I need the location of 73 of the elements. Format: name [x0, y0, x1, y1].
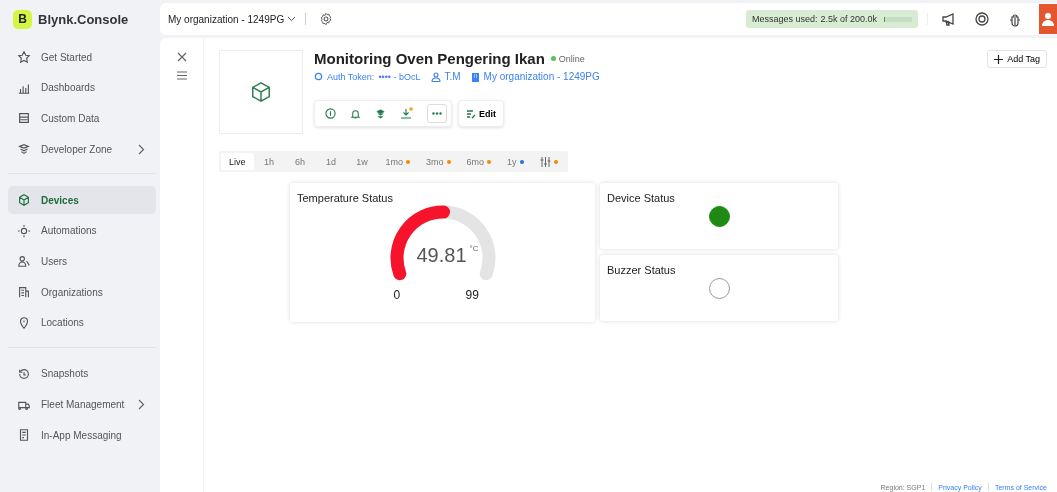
plus-icon	[994, 54, 1004, 64]
widget-title: Buzzer Status	[607, 264, 677, 276]
sidebar-item[interactable]: Snapshots	[8, 359, 156, 388]
sidebar-item[interactable]: Locations	[8, 308, 156, 337]
sidebar-item[interactable]: Developer Zone	[8, 135, 156, 164]
time-range-tab[interactable]: Live	[221, 153, 254, 170]
menu-icon	[17, 111, 31, 126]
info-icon[interactable]	[325, 108, 336, 119]
menu-icon	[17, 142, 31, 157]
bell-icon[interactable]	[350, 108, 361, 119]
menu-icon	[17, 428, 31, 443]
gauge-value: 49.81	[416, 244, 467, 267]
bug-icon[interactable]	[1007, 11, 1023, 27]
edit-icon	[466, 108, 476, 119]
user-icon	[430, 71, 441, 82]
sidebar-item[interactable]: Devices	[8, 186, 156, 215]
brand-name: Blynk.Console	[38, 11, 129, 27]
auth-token-link[interactable]: •••• - bOcL	[378, 71, 421, 82]
sidebar-item[interactable]: Users	[8, 247, 156, 276]
close-icon[interactable]	[176, 52, 187, 62]
more-icon	[432, 112, 442, 115]
time-range-tab[interactable]: 1y	[499, 153, 532, 170]
owner-link[interactable]: T.M	[444, 71, 461, 82]
organization-selector[interactable]: My organization - 1249PG	[168, 13, 297, 25]
menu-icon	[17, 254, 31, 269]
menu-icon	[17, 193, 31, 208]
edit-button[interactable]: Edit	[458, 100, 504, 127]
sidebar-item[interactable]: Organizations	[8, 278, 156, 307]
building-icon	[470, 71, 480, 82]
messages-label: Messages used:	[751, 14, 818, 24]
time-range-tab[interactable]: 6h	[284, 153, 316, 170]
auth-token-label: Auth Token:	[327, 71, 375, 82]
sidebar-item[interactable]: Automations	[8, 216, 156, 245]
time-range-tab[interactable]: 1w	[346, 153, 378, 170]
tools-icon[interactable]	[375, 108, 386, 119]
menu-icon	[17, 50, 31, 64]
menu-icon[interactable]	[176, 71, 187, 80]
sidebar-item[interactable]: Get Started	[8, 43, 156, 71]
device-title: Monitoring Oven Pengering Ikan	[314, 50, 545, 67]
sidebar-item[interactable]: Fleet Management	[8, 390, 156, 419]
sidebar-item[interactable]: Custom Data	[8, 104, 156, 133]
gauge-min: 0	[393, 288, 401, 302]
lifebuoy-icon[interactable]	[974, 11, 990, 27]
sliders-icon	[539, 156, 551, 167]
time-range-tab[interactable]: 1h	[253, 153, 285, 170]
settings-icon[interactable]	[319, 12, 334, 26]
widget-title: Device Status	[607, 192, 676, 204]
chevron-down-icon	[287, 16, 297, 22]
token-icon	[314, 72, 323, 81]
user-avatar[interactable]	[1039, 4, 1057, 34]
usage-bar	[884, 16, 912, 22]
brand-logo: B	[13, 9, 32, 29]
time-range-tab[interactable]: 1mo	[377, 153, 419, 170]
sidebar-item[interactable]: Dashboards	[8, 73, 156, 102]
messages-count: 2.5k of 200.0k	[820, 14, 877, 24]
menu-icon	[17, 315, 31, 330]
gauge-max: 99	[465, 288, 479, 302]
gauge-unit: °C	[469, 244, 479, 253]
sidebar-item[interactable]: In-App Messaging	[8, 421, 156, 450]
add-tag-button[interactable]: Add Tag	[987, 50, 1047, 68]
download-icon[interactable]	[400, 107, 413, 120]
time-range-tab[interactable]: 1d	[315, 153, 347, 170]
organization-link[interactable]: My organization - 1249PG	[483, 71, 600, 82]
time-range-tab[interactable]: 6mo	[458, 153, 500, 170]
widget-title: Temperature Status	[297, 192, 394, 204]
more-button[interactable]	[427, 104, 447, 123]
time-range-tab[interactable]: 3mo	[418, 153, 459, 170]
cube-icon	[250, 81, 272, 103]
menu-icon	[17, 223, 31, 238]
menu-icon	[17, 285, 31, 300]
device-status: Online	[558, 53, 585, 64]
megaphone-icon[interactable]	[941, 11, 957, 27]
menu-icon	[17, 366, 31, 381]
